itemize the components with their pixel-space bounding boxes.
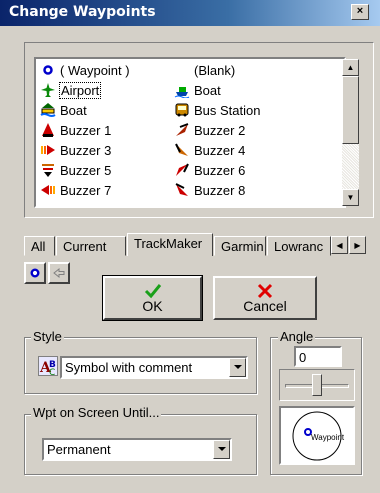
symbol-list-item[interactable]: Buzzer 1 (40, 121, 111, 139)
chevron-down-icon[interactable] (229, 358, 246, 377)
scroll-down-button[interactable]: ▼ (342, 189, 359, 206)
buzzer-1-icon (40, 122, 56, 138)
symbol-list-item[interactable]: Buzzer 6 (174, 161, 245, 179)
cancel-label: Cancel (243, 298, 287, 314)
symbol-list-item-label: Airport (58, 81, 102, 99)
angle-preview: Waypoint (279, 406, 355, 465)
symbol-list-item-label: Buzzer 1 (60, 122, 112, 138)
symbol-list-scrollbar[interactable]: ▲ ▼ (342, 59, 359, 206)
style-select[interactable]: Symbol with comment (60, 356, 248, 379)
symbol-list-item-label: Buzzer 4 (194, 142, 246, 158)
symbol-list-item[interactable]: Buzzer 3 (40, 141, 111, 159)
waypoint-icon (30, 268, 40, 278)
tab-garmin[interactable]: Garmin (214, 236, 266, 256)
tab-current[interactable]: Current (56, 236, 126, 256)
tab-scroll-right-button[interactable]: ▶ (349, 236, 366, 254)
symbol-list-item[interactable]: Buzzer 4 (174, 141, 245, 159)
scroll-thumb[interactable] (342, 76, 359, 144)
waypoint-symbol-button[interactable] (24, 262, 46, 284)
tab-trackmaker[interactable]: TrackMaker (127, 233, 213, 256)
ok-label: OK (142, 298, 163, 314)
angle-slider[interactable] (279, 369, 355, 401)
symbol-list-item-label: Buzzer 7 (60, 182, 112, 198)
wpt-on-screen-select-value: Permanent (47, 442, 111, 457)
buzzer-5-icon (40, 162, 56, 178)
buzzer-3-icon (40, 142, 56, 158)
bus-station-icon (174, 102, 190, 118)
checkmark-icon (144, 284, 161, 299)
buzzer-6-icon (174, 162, 190, 178)
tab-lowranc[interactable]: Lowranc (267, 236, 331, 256)
tab-scroll-left-button[interactable]: ◀ (331, 236, 348, 254)
symbol-list-item-label: (Blank) (194, 62, 236, 78)
title-bar: Change Waypoints × (0, 0, 380, 26)
chevron-down-icon[interactable] (213, 440, 230, 459)
symbol-list-item[interactable]: ( Waypoint ) (40, 61, 130, 79)
symbol-list-item-label: Boat (60, 102, 87, 118)
symbol-list-item[interactable]: Boat (174, 81, 221, 99)
symbol-list-item-label: Buzzer 5 (60, 162, 112, 178)
window-title: Change Waypoints (9, 4, 156, 20)
buzzer-2-icon (174, 122, 190, 138)
back-arrow-icon (53, 268, 65, 278)
arrow-symbol-button[interactable] (48, 262, 70, 284)
symbol-list[interactable]: ( Waypoint ) (Blank) Airport Boat Boat Bus St… (34, 57, 346, 208)
symbol-list-item-label: Bus Station (194, 102, 261, 118)
style-select-value: Symbol with comment (65, 360, 193, 375)
svg-text:C: C (49, 368, 55, 377)
x-icon (257, 283, 273, 299)
angle-input[interactable]: 0 (294, 346, 342, 367)
tab-all[interactable]: All (24, 236, 55, 256)
wpt-on-screen-group-label: Wpt on Screen Until... (31, 405, 162, 420)
buzzer-4-icon (174, 142, 190, 158)
scroll-up-button[interactable]: ▲ (342, 59, 359, 76)
symbol-list-item[interactable]: (Blank) (174, 61, 235, 79)
ok-button[interactable]: OK (102, 275, 203, 321)
symbol-list-item-label: ( Waypoint ) (60, 62, 130, 78)
symbol-list-item[interactable]: Buzzer 7 (40, 181, 111, 199)
symbol-list-item-label: Buzzer 8 (194, 182, 246, 198)
buzzer-8-icon (174, 182, 190, 198)
airport-icon (40, 82, 56, 98)
symbol-list-item[interactable]: Boat (40, 101, 87, 119)
blank-icon (174, 62, 190, 78)
close-button[interactable]: × (351, 4, 369, 20)
symbol-list-item-label: Boat (194, 82, 221, 98)
boat-ramp-icon (40, 102, 56, 118)
boat-icon (174, 82, 190, 98)
waypoint-icon (40, 62, 56, 78)
wpt-on-screen-select[interactable]: Permanent (42, 438, 232, 461)
symbol-list-item[interactable]: Buzzer 5 (40, 161, 111, 179)
angle-group-label: Angle (278, 329, 316, 344)
symbol-list-item[interactable]: Bus Station (174, 101, 261, 119)
cancel-button[interactable]: Cancel (213, 276, 317, 320)
angle-preview-label: Waypoint (311, 433, 345, 442)
angle-slider-thumb[interactable] (312, 374, 322, 396)
symbol-list-item-label: Buzzer 3 (60, 142, 112, 158)
symbol-list-item[interactable]: Buzzer 8 (174, 181, 245, 199)
symbol-list-item[interactable]: Buzzer 2 (174, 121, 245, 139)
symbol-list-item[interactable]: Airport (40, 81, 102, 99)
buzzer-7-icon (40, 182, 56, 198)
symbol-list-item-label: Buzzer 6 (194, 162, 246, 178)
symbol-list-item-label: Buzzer 2 (194, 122, 246, 138)
style-group-label: Style (31, 329, 64, 344)
font-style-icon: ABC (38, 356, 58, 378)
